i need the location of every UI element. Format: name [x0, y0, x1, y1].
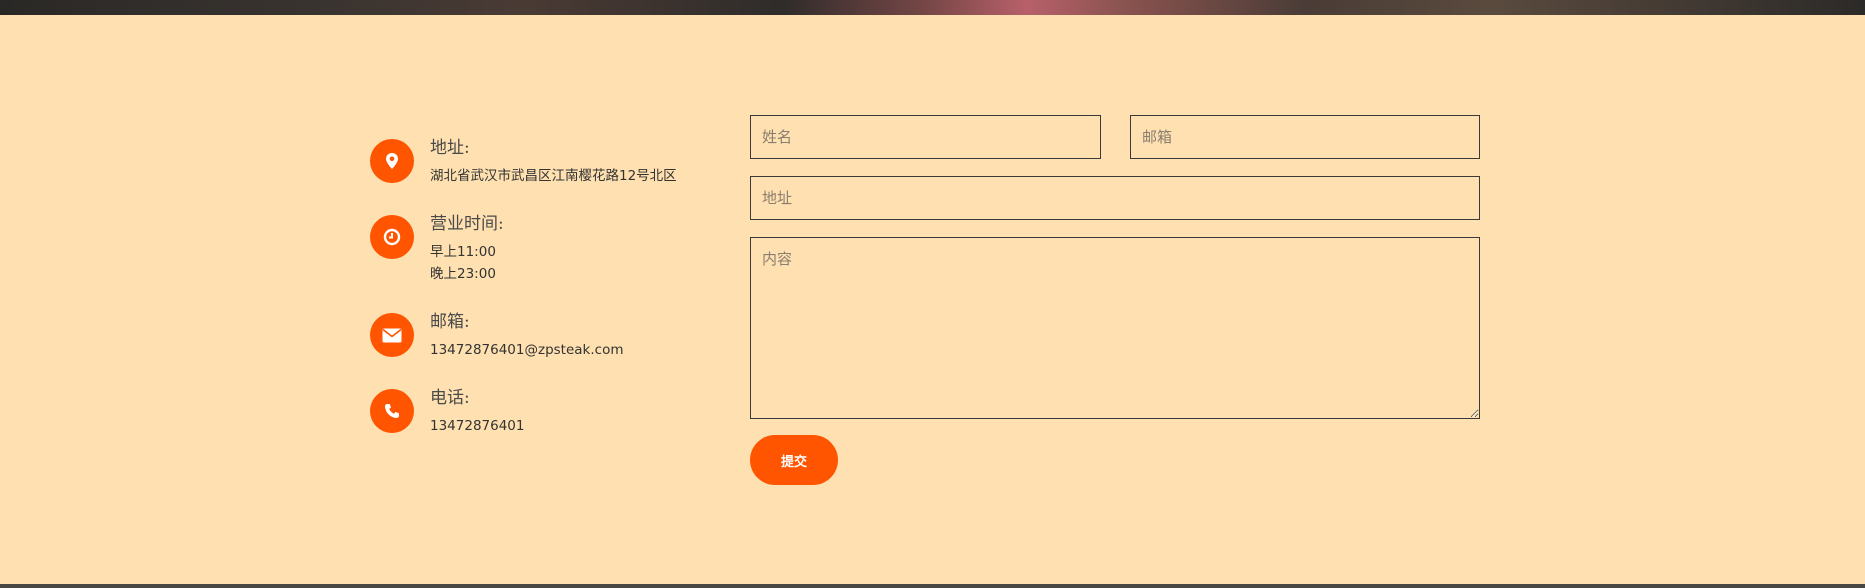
email-item: 邮箱: 13472876401@zpsteak.com: [370, 310, 623, 361]
envelope-icon: [370, 313, 414, 357]
phone-item: 电话: 13472876401: [370, 386, 524, 437]
address-text: 湖北省武汉市武昌区江南樱花路12号北区: [430, 168, 677, 184]
content-textarea[interactable]: [750, 237, 1480, 419]
hours-close: 晚上23:00: [430, 266, 496, 282]
footer-divider: [0, 584, 1865, 588]
hours-item: 营业时间: 早上11:00 晚上23:00: [370, 212, 504, 285]
email-title: 邮箱:: [430, 312, 470, 332]
phone-icon: [370, 389, 414, 433]
clock-icon: [370, 215, 414, 259]
email-text: 13472876401@zpsteak.com: [430, 342, 624, 358]
hours-open: 早上11:00: [430, 244, 496, 260]
phone-title: 电话:: [430, 388, 470, 408]
submit-button[interactable]: 提交: [750, 435, 838, 485]
address-item: 地址: 湖北省武汉市武昌区江南樱花路12号北区: [370, 136, 677, 187]
phone-text: 13472876401: [430, 418, 525, 434]
hours-title: 营业时间:: [430, 214, 504, 234]
hero-image-strip: [0, 0, 1865, 15]
map-pin-icon: [370, 139, 414, 183]
name-input[interactable]: [750, 115, 1101, 159]
address-title: 地址:: [430, 138, 470, 158]
address-input[interactable]: [750, 176, 1480, 220]
email-input[interactable]: [1130, 115, 1480, 159]
